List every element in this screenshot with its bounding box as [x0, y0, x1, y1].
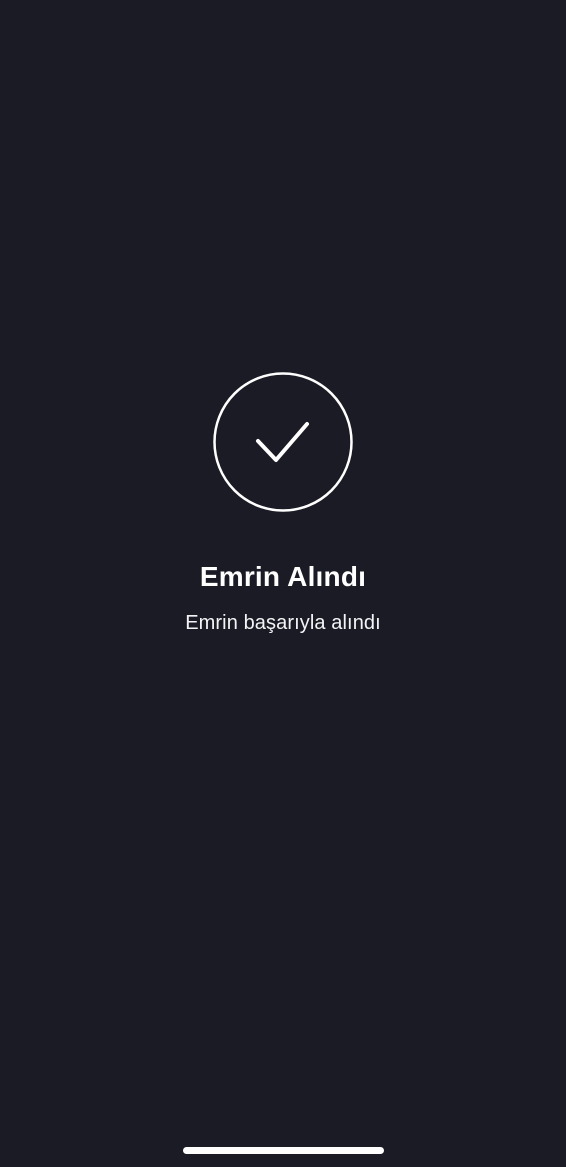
confirmation-message: Emrin başarıyla alındı: [185, 612, 381, 634]
confirmation-title: Emrin Alındı: [199, 561, 367, 592]
home-indicator[interactable]: [183, 1147, 384, 1154]
checkmark-circle-icon: [213, 372, 353, 512]
success-message-block: Emrin Alındı Emrin başarıyla alındı: [0, 372, 566, 636]
order-confirmation-screen: Emrin Alındı Emrin başarıyla alındı: [0, 0, 566, 1167]
